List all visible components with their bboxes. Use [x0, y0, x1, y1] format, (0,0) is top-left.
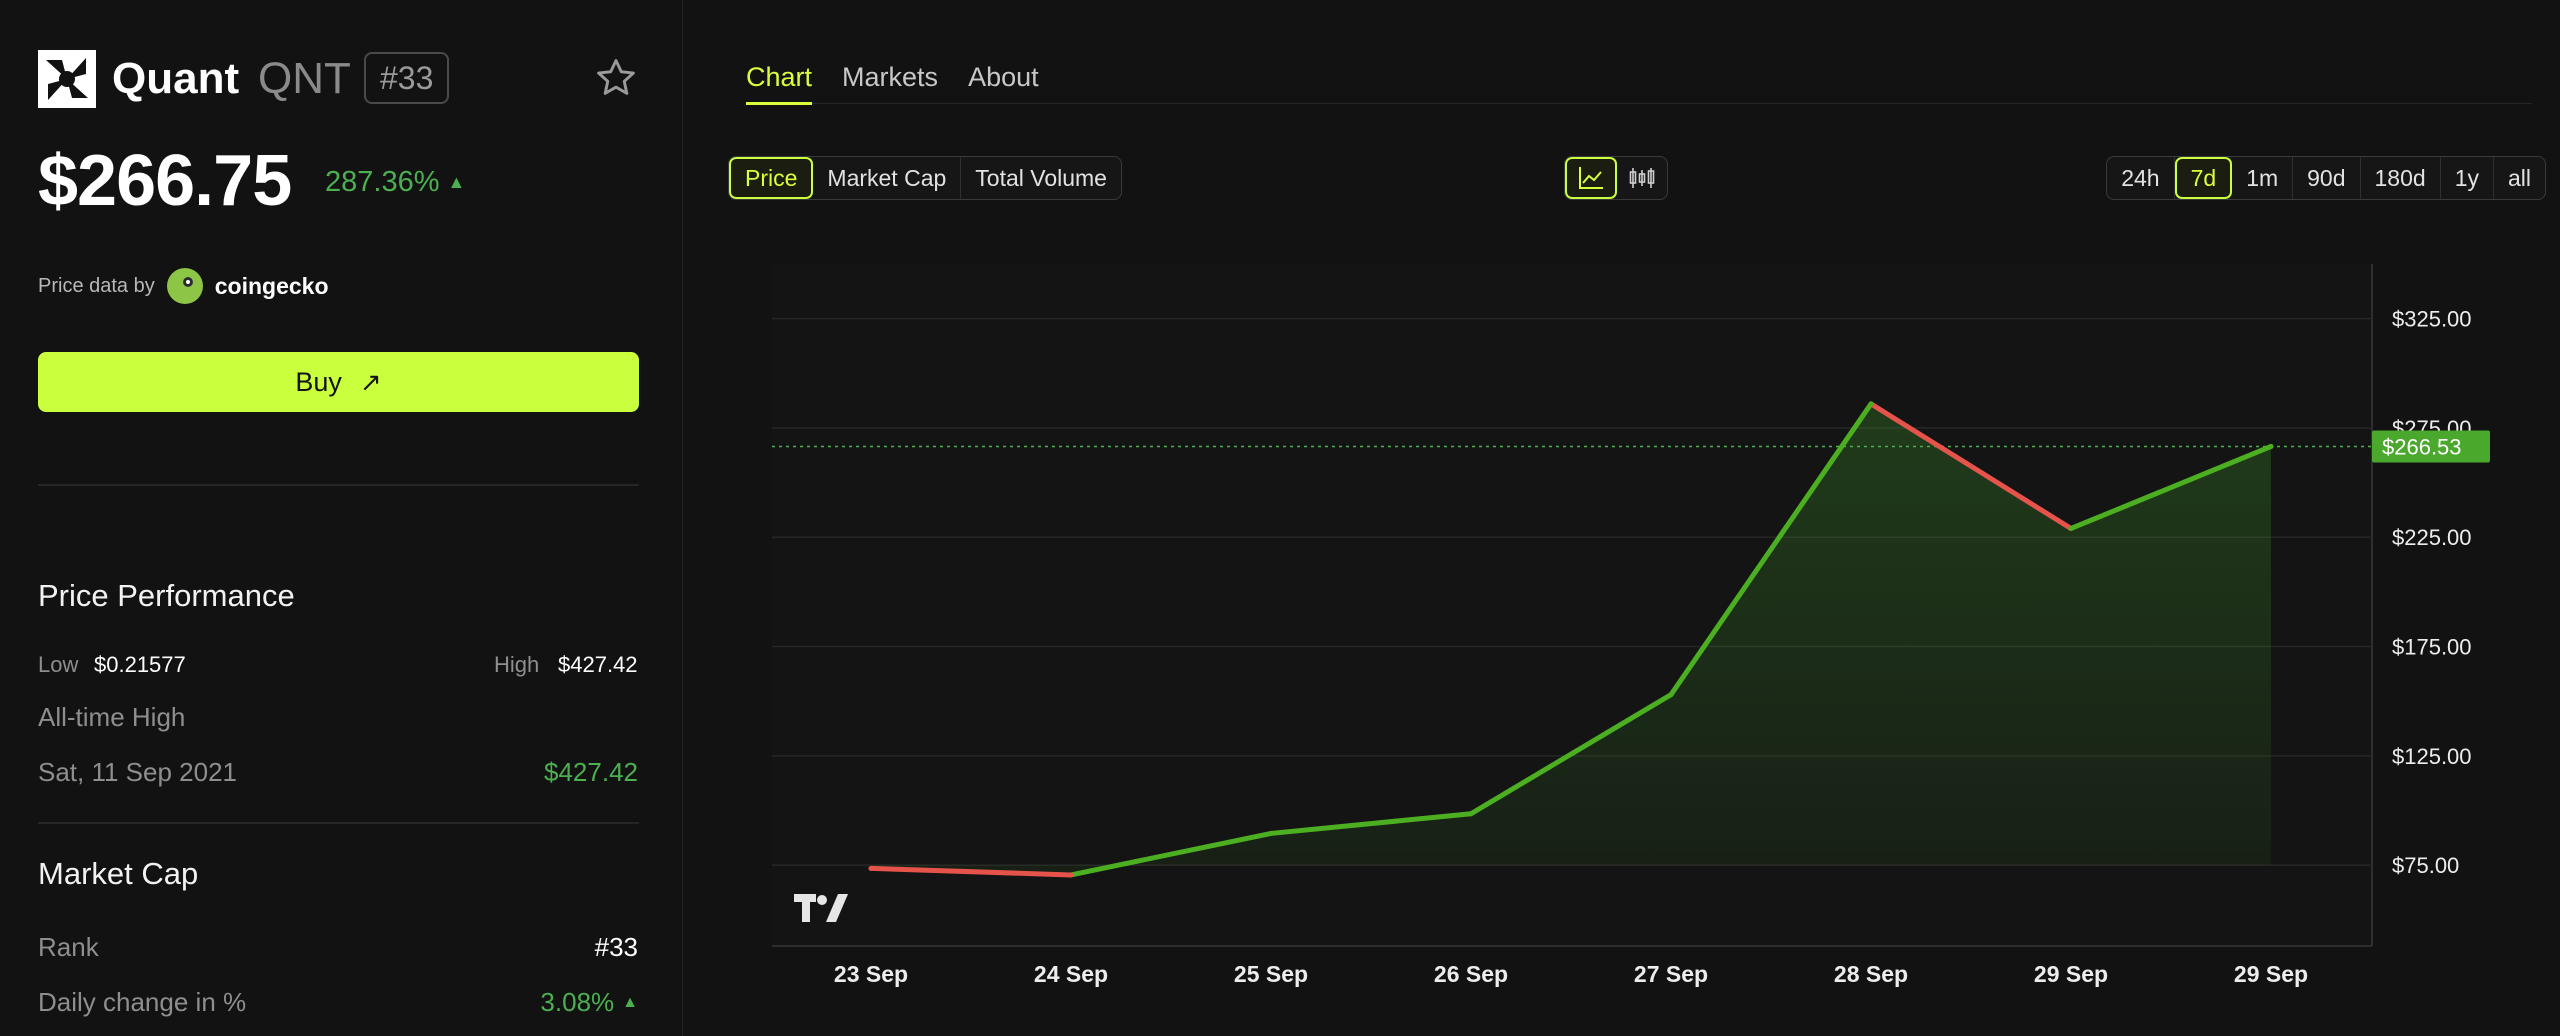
price-change: 287.36% ▲ [325, 160, 465, 204]
ath-value: $427.42 [544, 757, 638, 787]
buy-button-label: Buy [295, 366, 342, 397]
price-chart-svg[interactable]: $75.00$125.00$175.00$225.00$275.00$325.0… [760, 250, 2560, 1010]
current-price-label: $266.53 [2382, 434, 2462, 459]
price-data-label: Price data by [38, 274, 155, 297]
detail-tabs: Chart Markets About [746, 52, 2532, 105]
tab-markets[interactable]: Markets [842, 52, 938, 104]
daily-change-label: Daily change in % [38, 987, 247, 1017]
market-cap-metric-button[interactable]: Market Cap [813, 157, 962, 199]
coin-detail-page: Quant QNT #33 $266.75 287.36% ▲ Price da… [0, 0, 2560, 1036]
data-point [868, 865, 874, 871]
data-point [2268, 443, 2274, 449]
x-tick-label: 29 Sep [2034, 961, 2108, 987]
coin-summary-panel: Quant QNT #33 $266.75 287.36% ▲ Price da… [0, 0, 683, 1036]
range-90d-button[interactable]: 90d [2293, 157, 2361, 199]
candlestick-icon [1629, 168, 1655, 188]
tab-about[interactable]: About [968, 52, 1039, 104]
line-chart-button[interactable] [1565, 157, 1617, 199]
total-volume-metric-button[interactable]: Total Volume [961, 157, 1121, 199]
candlestick-chart-button[interactable] [1617, 157, 1667, 199]
star-icon[interactable] [594, 56, 638, 100]
data-point [1868, 401, 1874, 407]
y-tick-label: $325.00 [2392, 307, 2472, 332]
x-tick-label: 29 Sep [2234, 961, 2308, 987]
metric-toggle: Price Market Cap Total Volume [728, 156, 1122, 200]
data-point [1068, 872, 1074, 878]
external-arrow-icon: ↗ [359, 366, 382, 397]
x-tick-label: 27 Sep [1634, 961, 1708, 987]
data-point [1268, 830, 1274, 836]
high-label: High [494, 652, 540, 677]
coingecko-logo-icon [166, 268, 203, 304]
ath-date: Sat, 11 Sep 2021 [38, 757, 238, 787]
price-change-value: 287.36% [325, 165, 440, 198]
coin-name: Quant [112, 54, 240, 103]
low-label: Low [38, 652, 79, 677]
price-performance-title: Price Performance [38, 578, 295, 613]
range-all-button[interactable]: all [2494, 157, 2545, 199]
buy-button[interactable]: Buy ↗ [38, 352, 639, 412]
data-point [1468, 811, 1474, 817]
price-chart[interactable]: $75.00 $125.00 $175.00 $225.00 $275.00 $325.0… [760, 250, 2560, 1010]
provider-name[interactable]: coingecko [215, 273, 329, 300]
rank-badge: #33 [364, 52, 450, 104]
y-tick-label: $75.00 [2392, 853, 2459, 878]
price-data-attribution: Price data by coingecko [38, 264, 329, 308]
arrow-up-icon: ▲ [622, 993, 638, 1011]
range-7d-button[interactable]: 7d [2174, 157, 2233, 199]
high-value: $427.42 [558, 652, 638, 677]
tab-chart[interactable]: Chart [746, 52, 813, 105]
data-point [2068, 525, 2074, 531]
quant-logo-icon [38, 50, 96, 108]
line-chart-icon [1579, 167, 1603, 189]
y-tick-label: $225.00 [2392, 525, 2472, 550]
range-1m-button[interactable]: 1m [2232, 157, 2294, 199]
rank-value: #33 [594, 932, 638, 962]
data-point [1668, 692, 1674, 698]
divider [38, 484, 639, 486]
price-metric-button[interactable]: Price [729, 157, 814, 199]
y-tick-label: $175.00 [2392, 635, 2472, 660]
x-tick-label: 24 Sep [1034, 961, 1108, 987]
range-180d-button[interactable]: 180d [2361, 157, 2441, 199]
daily-change-value: 3.08% [540, 987, 615, 1017]
chart-type-toggle [1564, 156, 1668, 200]
daily-change: 3.08% ▲ [540, 987, 638, 1018]
current-price: $266.75 [38, 141, 292, 221]
low-value: $0.21577 [94, 652, 186, 677]
divider [38, 822, 639, 824]
x-tick-label: 28 Sep [1834, 961, 1908, 987]
x-tick-label: 25 Sep [1234, 961, 1308, 987]
arrow-up-icon: ▲ [447, 171, 466, 192]
rank-label: Rank [38, 932, 99, 962]
x-tick-label: 26 Sep [1434, 961, 1508, 987]
time-range-toggle: 24h 7d 1m 90d 180d 1y all [2106, 156, 2546, 200]
ath-label: All-time High [38, 702, 186, 732]
range-24h-button[interactable]: 24h [2107, 157, 2175, 199]
y-tick-label: $125.00 [2392, 744, 2472, 769]
coin-symbol: QNT [258, 54, 351, 103]
range-1y-button[interactable]: 1y [2441, 157, 2494, 199]
market-cap-title: Market Cap [38, 856, 199, 891]
x-tick-label: 23 Sep [834, 961, 908, 987]
